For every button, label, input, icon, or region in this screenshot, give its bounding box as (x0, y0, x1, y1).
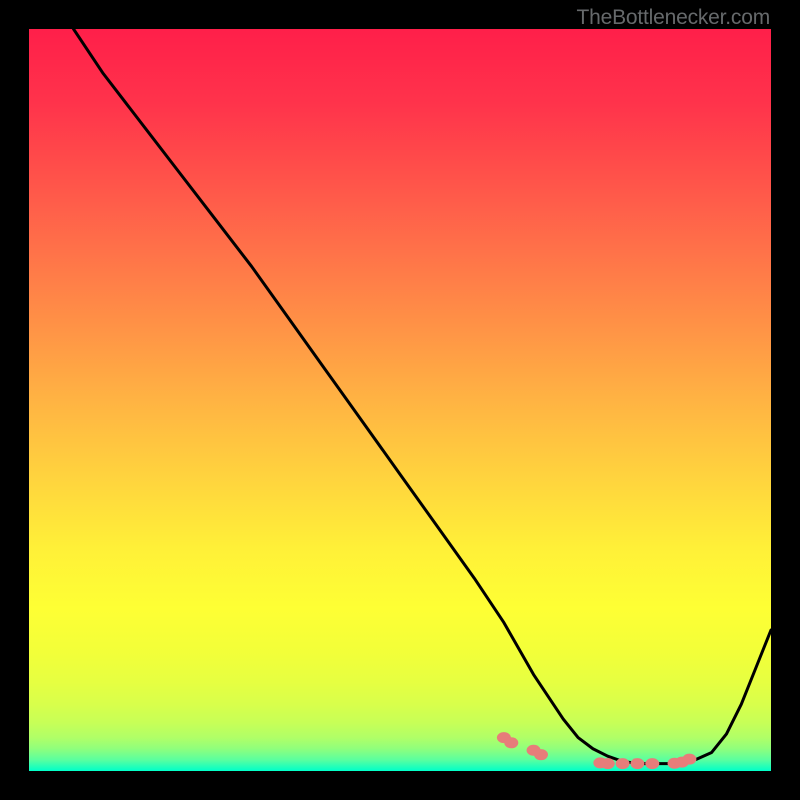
marker-point (645, 758, 659, 769)
marker-point (616, 758, 630, 769)
marker-point (504, 737, 518, 748)
marker-point (534, 749, 548, 760)
marker-point (601, 758, 615, 769)
plot-area (29, 29, 771, 771)
curve-layer (29, 29, 771, 771)
bottleneck-chart: TheBottlenecker.com (0, 0, 800, 800)
marker-point (682, 754, 696, 765)
marker-point (630, 758, 644, 769)
bottleneck-curve (74, 29, 771, 764)
attribution-label: TheBottlenecker.com (577, 6, 770, 30)
